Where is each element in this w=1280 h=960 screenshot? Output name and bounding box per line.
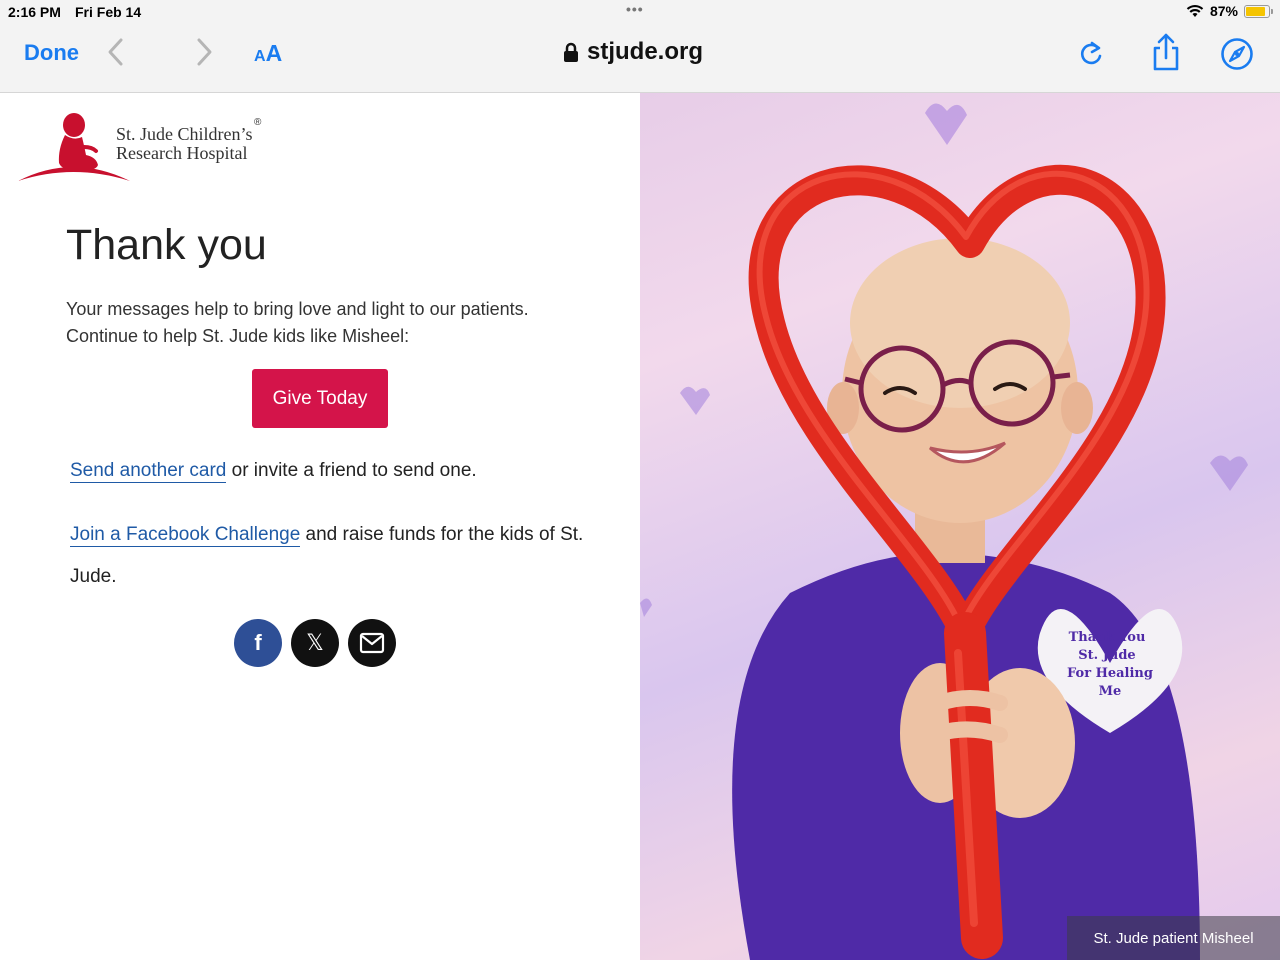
st-jude-logo[interactable]: St. Jude Children’s Research Hospital ® bbox=[18, 111, 278, 183]
social-share-buttons: f 𝕏 bbox=[234, 619, 396, 667]
status-bar: 2:16 PM Fri Feb 14 ••• 87% bbox=[0, 0, 1280, 24]
shirt-text-line-4: Me bbox=[1099, 684, 1122, 699]
share-icon[interactable] bbox=[1150, 32, 1182, 72]
wifi-icon bbox=[1186, 5, 1204, 17]
send-another-card-link[interactable]: Send another card bbox=[70, 460, 227, 483]
status-date: Fri Feb 14 bbox=[75, 4, 142, 20]
reload-icon[interactable] bbox=[1077, 39, 1105, 69]
shirt-text-line-2: St. Jude bbox=[1078, 648, 1135, 663]
shirt-text-line-3: For Healing bbox=[1067, 666, 1153, 681]
patient-photo: Thank You St. Jude For Healing Me St. Ju… bbox=[640, 93, 1280, 960]
facebook-share-button[interactable]: f bbox=[234, 619, 282, 667]
intro-line-1: Your messages help to bring love and lig… bbox=[66, 299, 529, 319]
text-size-large-label: A bbox=[265, 40, 283, 66]
text-size-small-label: A bbox=[254, 48, 266, 65]
photo-caption: St. Jude patient Misheel bbox=[1067, 916, 1280, 960]
patient-with-heart-balloon-image: Thank You St. Jude For Healing Me bbox=[640, 103, 1248, 960]
done-button[interactable]: Done bbox=[24, 40, 79, 66]
registered-mark: ® bbox=[254, 117, 262, 128]
facebook-icon: f bbox=[254, 630, 262, 655]
url-text: stjude.org bbox=[587, 38, 704, 65]
logo-line-2: Research Hospital bbox=[116, 143, 248, 163]
compass-icon[interactable] bbox=[1220, 37, 1254, 71]
give-today-button[interactable]: Give Today bbox=[252, 369, 388, 428]
send-card-paragraph: Send another card or invite a friend to … bbox=[70, 450, 590, 492]
chevron-left-icon[interactable] bbox=[104, 37, 128, 67]
thank-you-panel: St. Jude Children’s Research Hospital ® … bbox=[0, 93, 640, 960]
x-share-button[interactable]: 𝕏 bbox=[291, 619, 339, 667]
lock-icon bbox=[564, 42, 578, 62]
status-indicators: 87% bbox=[1186, 3, 1273, 19]
address-bar[interactable]: stjude.org bbox=[563, 38, 703, 66]
page-title: Thank you bbox=[66, 221, 267, 269]
battery-percent: 87% bbox=[1209, 3, 1238, 19]
mail-icon bbox=[359, 632, 385, 654]
shirt-text-line-1: Thank You bbox=[1069, 630, 1146, 645]
battery-level bbox=[1246, 6, 1266, 16]
battery-icon bbox=[1244, 4, 1273, 18]
chevron-right-icon[interactable] bbox=[192, 37, 216, 67]
status-time: 2:16 PM bbox=[8, 4, 61, 20]
x-icon: 𝕏 bbox=[306, 630, 324, 655]
text-size-button[interactable]: AA bbox=[254, 40, 282, 67]
multitasking-dots-icon[interactable]: ••• bbox=[626, 1, 644, 17]
browser-toolbar: Done AA stjude.org bbox=[0, 24, 1280, 93]
intro-text: Your messages help to bring love and lig… bbox=[66, 296, 606, 350]
email-share-button[interactable] bbox=[348, 619, 396, 667]
facebook-challenge-link[interactable]: Join a Facebook Challenge bbox=[70, 524, 301, 547]
facebook-paragraph: Join a Facebook Challenge and raise fund… bbox=[70, 514, 590, 598]
logo-wordmark: St. Jude Children’s Research Hospital bbox=[116, 125, 253, 163]
send-card-text: or invite a friend to send one. bbox=[226, 460, 477, 481]
logo-line-1: St. Jude Children’s bbox=[116, 124, 253, 144]
intro-line-2: Continue to help St. Jude kids like Mish… bbox=[66, 326, 410, 346]
